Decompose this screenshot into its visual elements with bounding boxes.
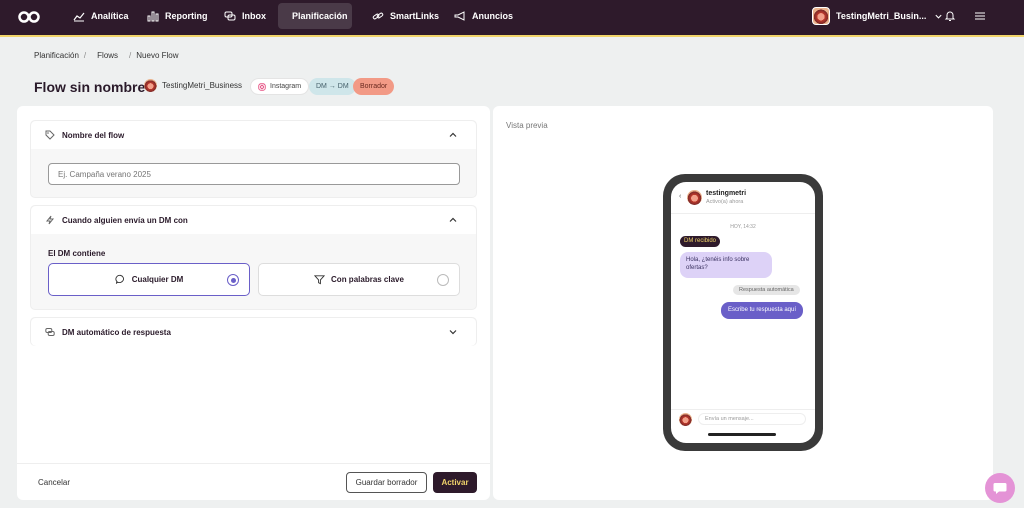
chat-icon [993, 483, 1007, 494]
chat-status: Activo(a) ahora [706, 199, 744, 205]
breadcrumb-separator: / [129, 51, 132, 60]
chat-header: ‹ testingmetri Activo(a) ahora [671, 182, 815, 214]
filter-icon [314, 275, 326, 285]
instagram-icon [258, 82, 266, 91]
home-indicator [708, 433, 776, 436]
logo-icon[interactable] [18, 10, 40, 24]
chevron-down-icon[interactable] [448, 327, 458, 337]
avatar [687, 190, 702, 205]
nav-item-inbox[interactable]: Inbox [216, 3, 274, 29]
avatar [144, 79, 157, 92]
nav-label: Planificación [292, 11, 348, 21]
flow-name-input[interactable] [48, 163, 460, 185]
nav-label: Reporting [165, 11, 208, 21]
section-flow-name: Nombre del flow [30, 120, 477, 198]
menu-icon[interactable] [974, 10, 986, 22]
cancel-button[interactable]: Cancelar [38, 478, 70, 487]
nav-label: SmartLinks [390, 11, 440, 21]
option-keywords[interactable]: Con palabras clave [258, 263, 460, 296]
phone-mockup: ‹ testingmetri Activo(a) ahora HOY, 14:3… [663, 174, 823, 451]
megaphone-icon [454, 11, 465, 21]
option-label: Con palabras clave [331, 275, 404, 284]
section-title: Nombre del flow [62, 130, 125, 140]
chat-input-bar: Envía un mensaje... [671, 409, 815, 427]
nav-label: Analítica [91, 11, 129, 21]
nav-item-analitica[interactable]: Analítica [65, 3, 137, 29]
support-chat-button[interactable] [985, 473, 1015, 503]
chat-input: Envía un mensaje... [698, 413, 806, 425]
chevron-up-icon[interactable] [448, 130, 458, 140]
status-badge: Borrador [353, 78, 395, 95]
breadcrumb-item[interactable]: Planificación [34, 51, 79, 60]
section-header[interactable]: DM automático de respuesta [31, 318, 476, 346]
section-header[interactable]: Nombre del flow [31, 121, 476, 149]
breadcrumb-separator: / [83, 51, 87, 60]
chat-icon [45, 328, 55, 336]
section-trigger: Cuando alguien envía un DM con El DM con… [30, 205, 477, 310]
radio-selected[interactable] [227, 274, 239, 286]
save-draft-button[interactable]: Guardar borrador [346, 472, 427, 493]
nav-item-smartlinks[interactable]: SmartLinks [364, 3, 447, 29]
form-footer: Cancelar Guardar borrador Activar [17, 463, 490, 500]
top-navigation: Analítica Reporting Inbox Planificación … [0, 0, 1024, 37]
chat-username: testingmetri [706, 190, 747, 197]
breadcrumb: Planificación / Flows / Nuevo Flow [34, 51, 179, 60]
chat-timestamp: HOY, 14:32 [730, 224, 756, 230]
received-badge: DM recibido [680, 236, 721, 247]
option-any-dm[interactable]: Cualquier DM [48, 263, 250, 296]
nav-label: Inbox [242, 11, 266, 21]
nav-item-reporting[interactable]: Reporting [139, 3, 216, 29]
nav-item-planificacion[interactable]: Planificación [278, 3, 352, 29]
radio-unselected[interactable] [437, 274, 449, 286]
section-title: Cuando alguien envía un DM con [62, 215, 188, 225]
option-label: Cualquier DM [131, 275, 184, 284]
account-chip: TestingMetri_Business [144, 79, 242, 92]
activate-button[interactable]: Activar [433, 472, 477, 493]
account-switcher[interactable]: TestingMetri_Busin... [812, 6, 943, 26]
chat-bubble-icon [115, 274, 124, 284]
chart-line-icon [73, 12, 85, 22]
chat-icon [224, 11, 236, 21]
incoming-message: Hola, ¿tenéis info sobre ofertas? [680, 252, 772, 278]
avatar [812, 7, 830, 25]
nav-item-anuncios[interactable]: Anuncios [446, 3, 521, 29]
breadcrumb-item[interactable]: Flows [97, 51, 118, 60]
account-chip-label: TestingMetri_Business [162, 81, 243, 90]
bell-icon[interactable] [944, 10, 956, 22]
back-arrow-icon: ‹ [679, 193, 682, 200]
auto-reply-label: Respuesta automática [733, 285, 800, 295]
phone-screen: ‹ testingmetri Activo(a) ahora HOY, 14:3… [671, 182, 815, 443]
bar-chart-icon [147, 11, 159, 22]
trigger-label: El DM contiene [48, 249, 106, 258]
nav-label: Anuncios [472, 11, 514, 21]
breadcrumb-item: Nuevo Flow [136, 51, 179, 60]
preview-label: Vista previa [506, 121, 548, 130]
section-header[interactable]: Cuando alguien envía un DM con [31, 206, 476, 234]
flow-type-badge: DM → DM [309, 78, 356, 95]
tag-icon [45, 130, 55, 140]
section-title: DM automático de respuesta [62, 327, 171, 337]
chevron-up-icon[interactable] [448, 215, 458, 225]
link-icon [372, 12, 384, 20]
lightning-icon [45, 215, 55, 225]
preview-panel: Vista previa ‹ testingmetri Activo(a) ah… [493, 106, 993, 500]
account-name: TestingMetri_Busin... [836, 11, 927, 21]
flow-editor-panel: Nombre del flow Cuando alguien envía un … [17, 106, 490, 500]
platform-badge: Instagram [250, 78, 310, 95]
outgoing-message: Escribe tu respuesta aquí [721, 302, 803, 319]
platform-label: Instagram [270, 83, 302, 90]
chevron-down-icon [935, 14, 942, 19]
page-title: Flow sin nombre [34, 79, 146, 95]
avatar [679, 413, 692, 426]
section-auto-reply: DM automático de respuesta [30, 317, 477, 346]
